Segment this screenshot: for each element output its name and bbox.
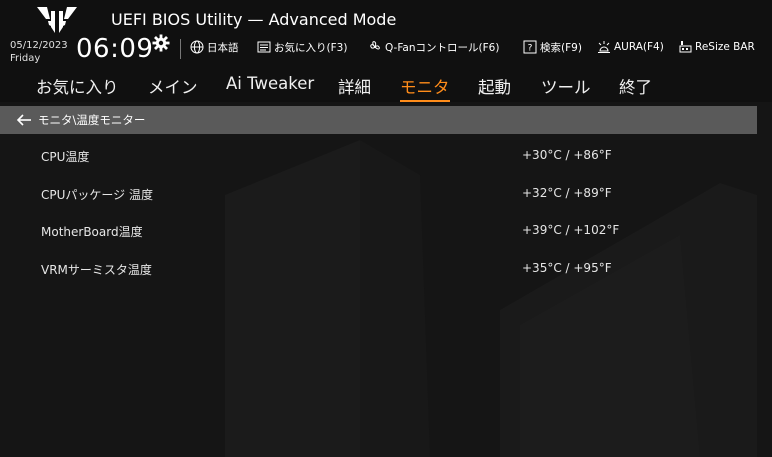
resize-bar-icon [679,41,692,53]
fan-icon [370,41,380,50]
tab-boot[interactable]: 起動 [478,74,511,98]
gear-icon[interactable] [152,34,170,52]
list-item-vrm-thermistor-temp[interactable]: VRMサーミスタ温度 +35°C / +95°F [0,257,757,281]
row-label: VRMサーミスタ温度 [41,263,152,277]
row-label: CPU温度 [41,150,90,164]
tab-monitor[interactable]: モニタ [400,74,450,102]
qfan-button[interactable]: Q-Fanコントロール(F6) [368,38,499,56]
qfan-label: Q-Fanコントロール(F6) [385,41,500,54]
main-tabs: お気に入り メイン Ai Tweaker 詳細 モニタ 起動 ツール 終了 [0,68,772,102]
clock-display: 06:09 [76,34,154,64]
globe-icon [190,40,204,54]
row-value: +30°C / +86°F [522,148,612,162]
question-search-icon: ? [523,40,537,54]
row-value: +32°C / +89°F [522,186,612,200]
search-button[interactable]: ? 検索(F9) [523,38,582,56]
favorites-list-icon [257,41,271,53]
tab-exit[interactable]: 終了 [619,74,652,98]
tab-ai-tweaker[interactable]: Ai Tweaker [226,74,314,93]
tab-tool[interactable]: ツール [541,74,591,98]
row-value: +39°C / +102°F [522,223,620,237]
svg-text:?: ? [528,44,533,54]
list-item-cpu-temp[interactable]: CPU温度 +30°C / +86°F [0,144,757,168]
resize-bar-button[interactable]: ReSize BAR [678,38,755,56]
tab-favorites[interactable]: お気に入り [36,74,119,98]
row-label: CPUパッケージ 温度 [41,188,153,202]
row-label: MotherBoard温度 [41,225,143,239]
tab-main[interactable]: メイン [148,74,198,98]
aura-button[interactable]: AURA(F4) [597,38,664,56]
app-title: UEFI BIOS Utility — Advanced Mode [111,10,397,29]
breadcrumb-path: モニタ\温度モニター [38,113,146,127]
favorites-label: お気に入り(F3) [274,41,348,54]
list-item-cpu-package-temp[interactable]: CPUパッケージ 温度 +32°C / +89°F [0,182,757,206]
list-item-motherboard-temp[interactable]: MotherBoard温度 +39°C / +102°F [0,219,757,243]
resize-bar-label: ReSize BAR [695,41,755,53]
search-label: 検索(F9) [540,41,582,54]
favorites-button[interactable]: お気に入り(F3) [257,38,347,56]
aura-label: AURA(F4) [614,41,664,53]
tuf-logo-icon [37,7,77,33]
date-display: 05/12/2023 [10,40,68,51]
language-button[interactable]: 日本語 [190,38,239,56]
header-divider [180,39,181,59]
day-display: Friday [10,53,41,64]
tab-advanced[interactable]: 詳細 [338,74,371,98]
row-value: +35°C / +95°F [522,261,612,275]
language-label: 日本語 [207,41,239,54]
breadcrumb: モニタ\温度モニター [0,106,757,134]
header-bar: UEFI BIOS Utility — Advanced Mode 05/12/… [0,0,772,68]
aura-light-icon [598,41,610,53]
back-arrow-icon[interactable] [16,113,32,127]
